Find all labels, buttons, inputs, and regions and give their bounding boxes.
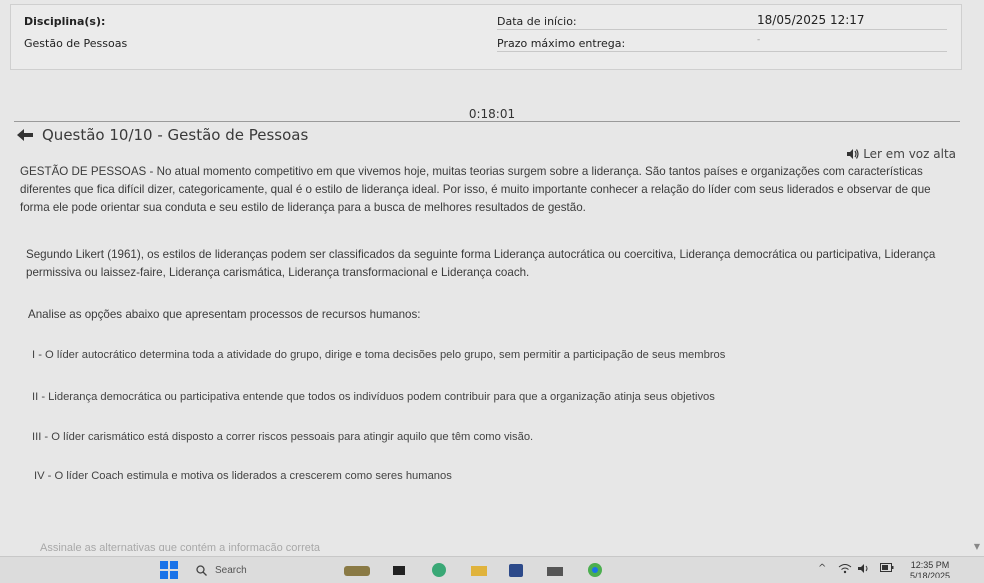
section-divider bbox=[14, 121, 960, 122]
start-date-value: 18/05/2025 12:17 bbox=[757, 13, 865, 27]
assessment-info-card: Disciplina(s): Gestão de Pessoas Data de… bbox=[10, 4, 962, 70]
system-clock[interactable]: 12:35 PM 5/18/2025 bbox=[910, 560, 950, 578]
read-aloud-label: Ler em voz alta bbox=[863, 147, 956, 161]
back-arrow-icon[interactable] bbox=[16, 128, 34, 142]
file-explorer-icon[interactable] bbox=[470, 561, 488, 579]
task-view-icon[interactable] bbox=[392, 561, 406, 579]
question-paragraph: Analise as opções abaixo que apresentam … bbox=[28, 308, 421, 321]
app-icon[interactable] bbox=[508, 561, 524, 579]
speaker-icon bbox=[847, 149, 859, 159]
statement-item: IV - O líder Coach estimula e motiva os … bbox=[34, 470, 452, 482]
volume-icon[interactable] bbox=[858, 563, 872, 577]
statement-item: III - O líder carismático está disposto … bbox=[32, 431, 534, 443]
statement-item: II - Liderança democrática ou participat… bbox=[32, 391, 715, 403]
clock-date: 5/18/2025 bbox=[910, 571, 951, 578]
app-icon[interactable] bbox=[430, 561, 448, 579]
discipline-label: Disciplina(s): bbox=[24, 15, 106, 28]
wifi-icon[interactable] bbox=[838, 563, 852, 577]
taskbar: Search ^ 12:35 PM 5/18/2025 bbox=[0, 556, 984, 583]
question-paragraph: GESTÃO DE PESSOAS - No atual momento com… bbox=[20, 165, 931, 214]
start-date-label: Data de início: bbox=[497, 15, 577, 28]
widgets-icon[interactable] bbox=[342, 561, 372, 579]
instruction-text: Assinale as alternativas que contém a in… bbox=[40, 542, 321, 551]
search-placeholder: Search bbox=[215, 565, 247, 576]
divider bbox=[497, 29, 947, 30]
search-icon bbox=[196, 565, 207, 576]
question-title: Questão 10/10 - Gestão de Pessoas bbox=[42, 126, 309, 144]
deadline-label: Prazo máximo entrega: bbox=[497, 37, 626, 50]
chevron-up-icon[interactable]: ^ bbox=[818, 563, 826, 574]
chrome-icon[interactable] bbox=[586, 561, 604, 579]
divider bbox=[497, 51, 947, 52]
battery-icon[interactable] bbox=[880, 563, 894, 575]
taskbar-search[interactable]: Search bbox=[196, 561, 316, 580]
exam-timer: 0:18:01 bbox=[468, 107, 516, 121]
discipline-value: Gestão de Pessoas bbox=[24, 37, 128, 50]
statement-item: I - O líder autocrático determina toda a… bbox=[32, 349, 726, 361]
windows-start-icon[interactable] bbox=[160, 561, 178, 579]
chevron-down-icon[interactable]: ▼ bbox=[974, 542, 980, 551]
clock-time: 12:35 PM bbox=[910, 560, 950, 570]
store-icon[interactable] bbox=[546, 561, 564, 579]
read-aloud-button[interactable]: Ler em voz alta bbox=[847, 147, 956, 161]
question-paragraph: Segundo Likert (1961), os estilos de lid… bbox=[26, 248, 936, 279]
deadline-value: - bbox=[757, 35, 761, 45]
